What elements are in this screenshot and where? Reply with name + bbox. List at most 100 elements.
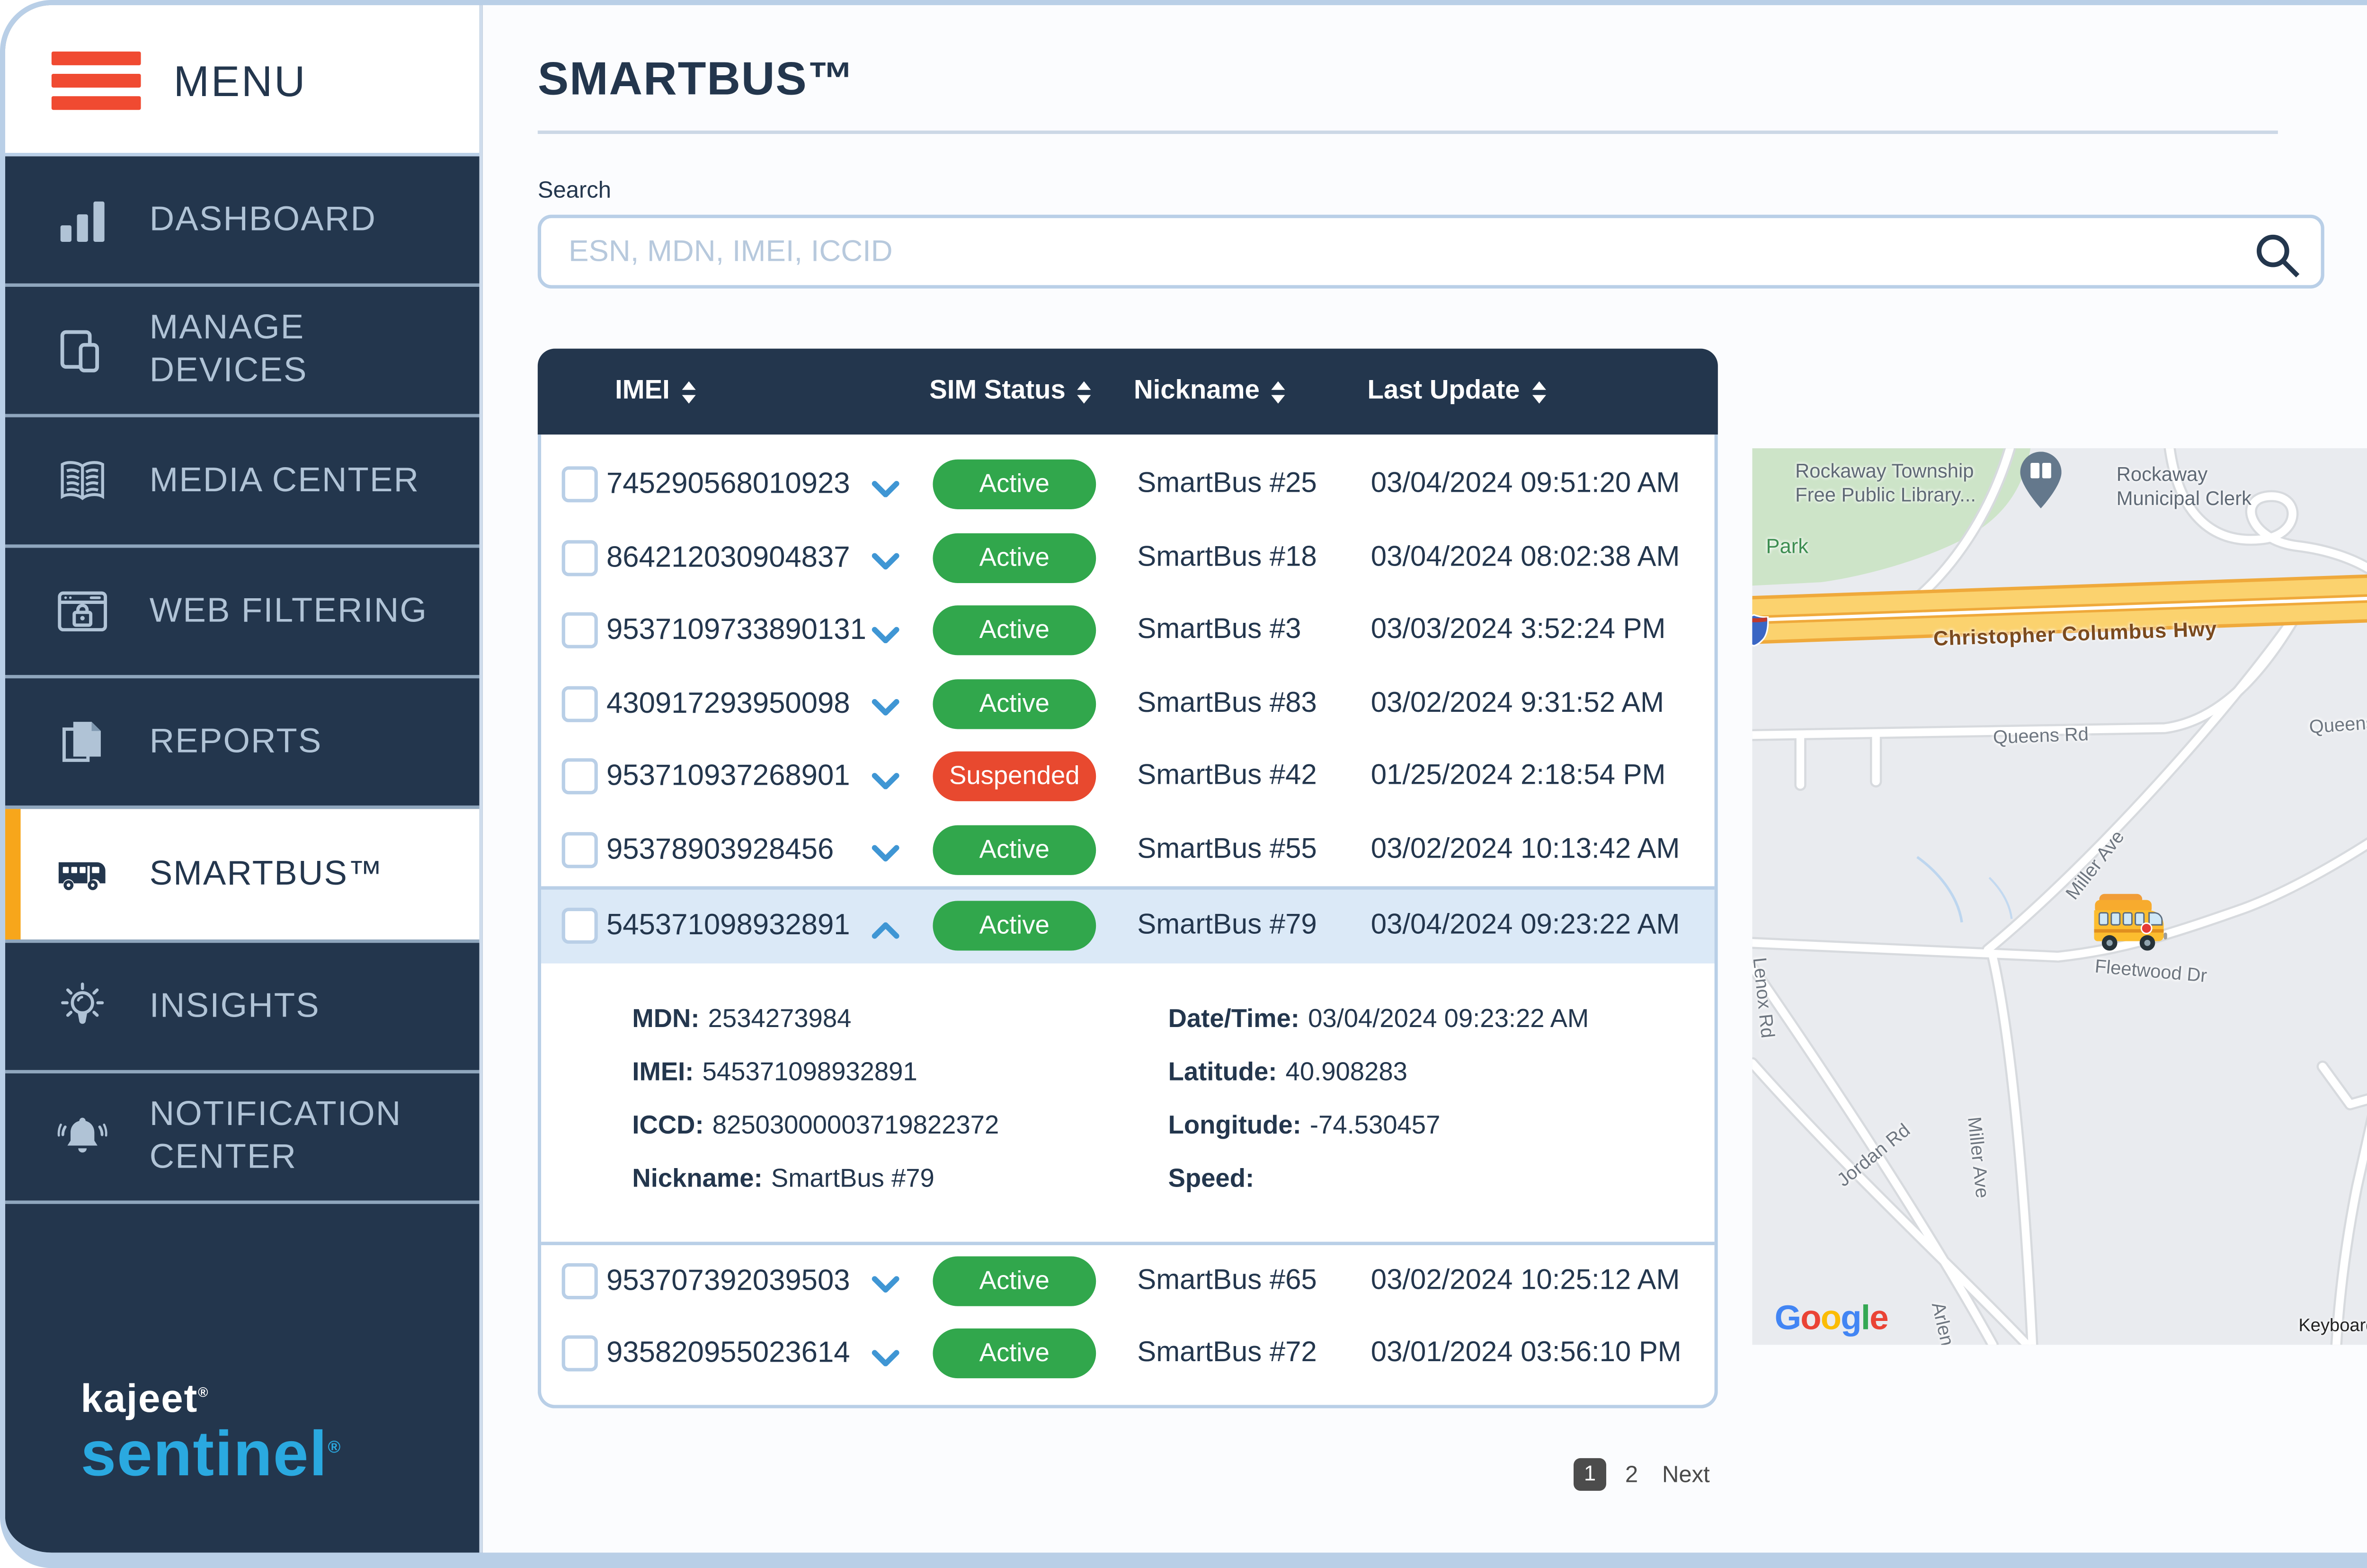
kajeet-sentinel-logo: kajeet® sentinel® [81,1376,342,1491]
chevron-up-icon[interactable] [871,917,900,936]
table-row-expanded[interactable]: 545371098932891 Active SmartBus #79 03/0… [541,886,1714,962]
row-checkbox[interactable] [562,1263,598,1299]
detail-imei: IMEI:545371098932891 [632,1057,917,1087]
nickname-value: SmartBus #3 [1137,614,1301,647]
nickname-value: SmartBus #65 [1137,1265,1317,1297]
last-update-value: 03/02/2024 9:31:52 AM [1371,687,1664,720]
menu-header[interactable]: MENU [5,5,480,156]
sidebar-item-label: MANAGE DEVICES [150,308,433,393]
nickname-value: SmartBus #83 [1137,687,1317,720]
last-update-value: 03/02/2024 10:25:12 AM [1371,1265,1680,1297]
chevron-down-icon[interactable] [871,549,900,567]
map-label-queens-1: Queens Rd [1993,725,2089,749]
last-update-value: 01/25/2024 2:18:54 PM [1371,761,1666,793]
table-row[interactable]: 430917293950098 Active SmartBus #83 03/0… [541,667,1714,740]
logo-sentinel-text: sentinel [81,1418,328,1489]
keyboard-shortcuts-link[interactable]: Keyboard shortcuts [2298,1316,2367,1337]
sidebar-nav: DASHBOARD MANAGE DEVICES MEDIA CE [5,156,480,1204]
table-row[interactable]: 953710937268901 Suspended SmartBus #42 0… [541,740,1714,813]
column-header-sim-status[interactable]: SIM Status [929,349,1091,434]
last-update-value: 03/04/2024 09:51:20 AM [1371,469,1680,501]
detail-iccd: ICCD:82503000003719822372 [632,1110,999,1140]
sidebar-item-label: MEDIA CENTER [150,460,420,503]
bus-icon [53,845,111,903]
nickname-value: SmartBus #18 [1137,541,1317,574]
row-checkbox[interactable] [562,686,598,722]
imei-value: 864212030904837 [606,540,850,575]
pagination-page-2[interactable]: 2 [1625,1462,1638,1487]
sidebar-item-web-filtering[interactable]: WEB FILTERING [5,548,480,679]
logo-kajeet-text: kajeet [81,1376,198,1420]
sidebar-item-notification-center[interactable]: NOTIFICATION CENTER [5,1073,480,1204]
chevron-down-icon[interactable] [871,621,900,640]
detail-longitude: Longitude:-74.530457 [1168,1110,1441,1140]
google-logo[interactable]: Google [1775,1300,1888,1339]
sidebar: DASHBOARD MANAGE DEVICES MEDIA CE [5,5,483,1553]
column-header-last-update[interactable]: Last Update [1368,349,1546,434]
imei-value: 745290568010923 [606,468,850,502]
library-pin-icon[interactable] [2020,452,2062,510]
pagination-next[interactable]: Next [1662,1462,1710,1487]
detail-nickname: Nickname:SmartBus #79 [632,1164,934,1193]
table-row[interactable]: 9537109733890131 Active SmartBus #3 03/0… [541,594,1714,667]
table-row[interactable]: 745290568010923 Active SmartBus #25 03/0… [541,448,1714,521]
table-row[interactable]: 935820955023614 Active SmartBus #72 03/0… [541,1317,1714,1390]
school-bus-marker[interactable] [2089,891,2168,957]
last-update-value: 03/04/2024 08:02:38 AM [1371,541,1680,574]
imei-value: 95378903928456 [606,833,834,867]
status-badge: Active [933,533,1096,583]
chevron-down-icon[interactable] [871,840,900,859]
documents-icon [53,713,111,771]
row-checkbox[interactable] [562,613,598,649]
nickname-value: SmartBus #42 [1137,761,1317,793]
imei-value: 9537109733890131 [606,613,866,648]
map-canvas [1752,448,2367,1345]
registered-mark: ® [328,1439,341,1458]
row-checkbox[interactable] [562,759,598,795]
row-checkbox[interactable] [562,832,598,868]
imei-value: 953707392039503 [606,1264,850,1298]
bar-chart-icon [53,191,111,249]
pagination-page-1[interactable]: 1 [1574,1458,1606,1491]
table-row[interactable]: 953707392039503 Active SmartBus #65 03/0… [541,1244,1714,1317]
sidebar-item-dashboard[interactable]: DASHBOARD [5,156,480,287]
sidebar-item-manage-devices[interactable]: MANAGE DEVICES [5,287,480,417]
search-icon[interactable] [2252,230,2304,275]
column-header-imei[interactable]: IMEI [615,349,695,434]
table-row[interactable]: 95378903928456 Active SmartBus #55 03/02… [541,813,1714,886]
search-input[interactable] [538,215,2324,289]
detail-datetime: Date/Time:03/04/2024 09:23:22 AM [1168,1004,1589,1033]
sort-icon [1272,381,1285,403]
open-book-icon [53,452,111,510]
nickname-value: SmartBus #79 [1137,910,1317,942]
sidebar-item-media-center[interactable]: MEDIA CENTER [5,417,480,548]
chevron-down-icon[interactable] [871,1271,900,1290]
table-row[interactable]: 864212030904837 Active SmartBus #18 03/0… [541,521,1714,594]
registered-mark: ® [198,1385,209,1400]
row-checkbox[interactable] [562,908,598,944]
chevron-down-icon[interactable] [871,767,900,786]
column-header-nickname[interactable]: Nickname [1134,349,1285,434]
google-map[interactable]: Rockaway TownshipFree Public Library... … [1752,448,2367,1345]
title-divider [538,131,2278,134]
chevron-down-icon[interactable] [871,475,900,494]
nickname-value: SmartBus #25 [1137,469,1317,501]
row-checkbox[interactable] [562,1336,598,1372]
sidebar-item-reports[interactable]: REPORTS [5,678,480,809]
chevron-down-icon[interactable] [871,1344,900,1363]
row-checkbox[interactable] [562,540,598,576]
sidebar-item-label: INSIGHTS [150,985,320,1028]
poi-clerk-label: RockawayMunicipal Clerk [2117,465,2251,512]
last-update-value: 03/04/2024 09:23:22 AM [1371,910,1680,942]
hamburger-menu-icon[interactable] [52,52,141,119]
devices-icon [53,321,111,380]
sidebar-item-smartbus[interactable]: SMARTBUS™ [5,809,480,943]
last-update-value: 03/01/2024 03:56:10 PM [1371,1338,1682,1370]
table-header: IMEI SIM Status Nickname Last Update [538,349,1718,434]
chevron-down-icon[interactable] [871,694,900,713]
sidebar-item-label: DASHBOARD [150,198,376,241]
status-badge: Active [933,460,1096,510]
table-body: 745290568010923 Active SmartBus #25 03/0… [538,434,1718,1408]
row-checkbox[interactable] [562,467,598,503]
sidebar-item-insights[interactable]: INSIGHTS [5,943,480,1073]
